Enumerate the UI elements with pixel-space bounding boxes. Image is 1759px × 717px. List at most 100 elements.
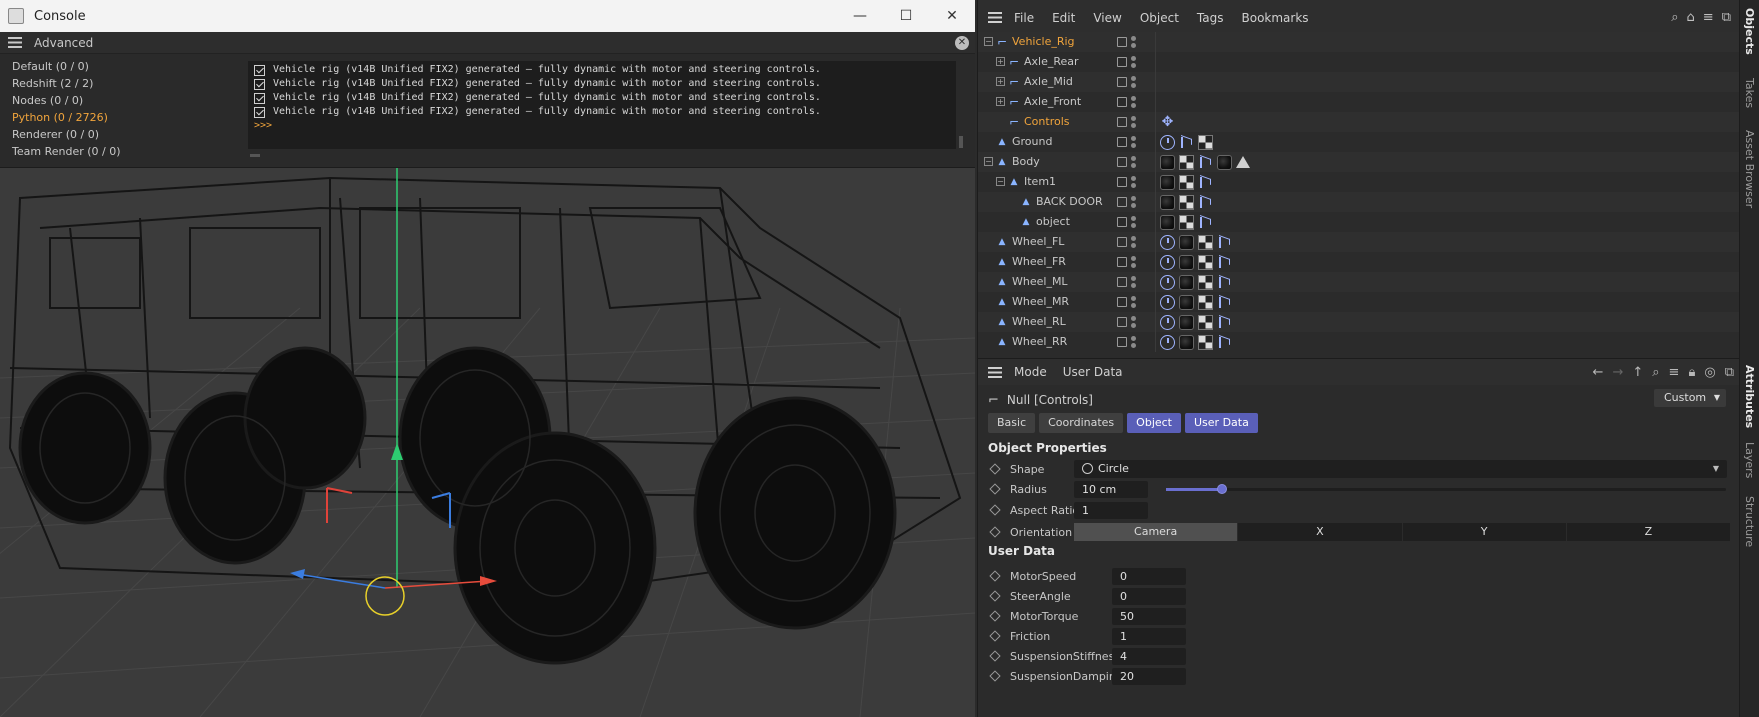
object-row[interactable]: − ▲ Item1 [978, 172, 1740, 192]
material-tag-icon[interactable] [1179, 254, 1194, 270]
layer-edit-icon[interactable] [1117, 197, 1127, 207]
texture-tag-icon[interactable] [1179, 154, 1194, 170]
object-name[interactable]: Item1 [1024, 175, 1056, 188]
user-data-field[interactable]: 20 [1112, 667, 1186, 685]
aspect-ratio-field[interactable]: 1 [1074, 501, 1148, 519]
object-row[interactable]: ▲ Wheel_RR [978, 332, 1740, 352]
constraint-tag-icon[interactable] [1160, 234, 1175, 250]
material-tag-icon[interactable] [1160, 174, 1175, 190]
uvw-tag-icon[interactable] [1217, 255, 1232, 270]
console-window[interactable]: Console — ☐ ✕ Advanced ✕ Default (0 / 0)… [0, 0, 975, 168]
constraint-tag-icon[interactable] [1160, 334, 1175, 350]
constraint-tag-icon[interactable] [1160, 294, 1175, 310]
keyframe-diamond-icon[interactable] [989, 610, 1001, 622]
layer-edit-icon[interactable] [1117, 57, 1127, 67]
checkbox-icon[interactable] [254, 92, 265, 104]
object-row[interactable]: ▲ Wheel_RL [978, 312, 1740, 332]
object-row[interactable]: + ⌐ Axle_Mid [978, 72, 1740, 92]
menu-mode[interactable]: Mode [1014, 365, 1047, 379]
layer-edit-icon[interactable] [1117, 217, 1127, 227]
texture-tag-icon[interactable] [1198, 254, 1213, 270]
radius-slider-handle[interactable] [1217, 484, 1227, 494]
uvw-tag-icon[interactable] [1198, 195, 1213, 210]
object-row[interactable]: − ⌐ Vehicle_Rig [978, 32, 1740, 52]
side-tab-takes[interactable]: Takes [1743, 78, 1756, 108]
up-arrow-icon[interactable]: ↑ [1632, 365, 1643, 380]
layout-preset-dropdown[interactable]: Custom ▼ [1654, 389, 1726, 407]
object-name[interactable]: Ground [1012, 135, 1052, 148]
console-category[interactable]: Renderer (0 / 0) [0, 126, 240, 143]
visibility-dots-icon[interactable] [1131, 36, 1136, 48]
object-name[interactable]: Wheel_RR [1012, 335, 1067, 348]
lock-icon[interactable]: 🔒︎ [1688, 365, 1695, 380]
object-name[interactable]: Vehicle_Rig [1012, 35, 1075, 48]
visibility-dots-icon[interactable] [1131, 236, 1136, 248]
back-arrow-icon[interactable]: ← [1593, 365, 1604, 380]
checkbox-icon[interactable] [254, 78, 265, 90]
console-horizontal-scrollbar[interactable] [250, 154, 260, 157]
object-name[interactable]: Axle_Front [1024, 95, 1081, 108]
visibility-dots-icon[interactable] [1131, 116, 1136, 128]
close-window-button[interactable]: ✕ [929, 0, 975, 32]
orientation-option-x[interactable]: X [1238, 523, 1402, 541]
object-name[interactable]: Axle_Mid [1024, 75, 1073, 88]
keyframe-diamond-icon[interactable] [989, 504, 1001, 516]
layer-edit-icon[interactable] [1117, 77, 1127, 87]
object-name[interactable]: BACK DOOR [1036, 195, 1103, 208]
python-prompt[interactable]: >>> [254, 119, 950, 133]
layer-edit-icon[interactable] [1117, 257, 1127, 267]
menu-bookmarks[interactable]: Bookmarks [1242, 11, 1309, 25]
texture-tag-icon[interactable] [1198, 314, 1213, 330]
uvw-tag-icon[interactable] [1217, 295, 1232, 310]
menu-user-data[interactable]: User Data [1063, 365, 1123, 379]
object-row[interactable]: − ▲ Body [978, 152, 1740, 172]
uvw-tag-icon[interactable] [1179, 135, 1194, 150]
visibility-dots-icon[interactable] [1131, 296, 1136, 308]
object-list[interactable]: − ⌐ Vehicle_Rig + ⌐ Axle_Rear + ⌐ Axle_Mid + ⌐ Axle… [978, 32, 1740, 352]
texture-tag-icon[interactable] [1198, 274, 1213, 290]
side-tab-asset-browser[interactable]: Asset Browser [1743, 130, 1756, 208]
filter-icon[interactable]: ≡ [1669, 365, 1680, 380]
search-icon[interactable]: ⌕ [1652, 365, 1659, 380]
material-tag-icon[interactable] [1160, 154, 1175, 170]
keyframe-diamond-icon[interactable] [989, 526, 1001, 538]
tab-user-data[interactable]: User Data [1185, 413, 1258, 433]
material-tag-icon[interactable] [1179, 334, 1194, 350]
object-name[interactable]: Wheel_FR [1012, 255, 1066, 268]
visibility-dots-icon[interactable] [1131, 176, 1136, 188]
target-icon[interactable]: ◎ [1704, 365, 1715, 380]
layer-edit-icon[interactable] [1117, 277, 1127, 287]
keyframe-diamond-icon[interactable] [989, 483, 1001, 495]
control-tag-icon[interactable]: ✥ [1160, 114, 1175, 130]
object-row[interactable]: ▲ Wheel_MR [978, 292, 1740, 312]
keyframe-diamond-icon[interactable] [989, 590, 1001, 602]
filter-icon[interactable]: ≡ [1703, 10, 1714, 25]
layer-edit-icon[interactable] [1117, 97, 1127, 107]
object-name[interactable]: Wheel_MR [1012, 295, 1069, 308]
hamburger-menu-icon[interactable] [988, 12, 1002, 23]
layer-edit-icon[interactable] [1117, 177, 1127, 187]
material-tag-icon[interactable] [1160, 214, 1175, 230]
constraint-tag-icon[interactable] [1160, 314, 1175, 330]
object-row[interactable]: ▲ Wheel_FR [978, 252, 1740, 272]
layer-edit-icon[interactable] [1117, 137, 1127, 147]
material-tag-icon[interactable] [1179, 314, 1194, 330]
new-window-icon[interactable]: ⧉ [1725, 365, 1734, 380]
user-data-field[interactable]: 4 [1112, 647, 1186, 665]
side-tab-objects[interactable]: Objects [1743, 8, 1756, 55]
texture-tag-icon[interactable] [1179, 174, 1194, 190]
keyframe-diamond-icon[interactable] [989, 670, 1001, 682]
expand-icon[interactable]: + [996, 97, 1005, 106]
orientation-option-y[interactable]: Y [1402, 523, 1566, 541]
object-row[interactable]: ▲ object [978, 212, 1740, 232]
object-name[interactable]: Wheel_FL [1012, 235, 1064, 248]
user-data-field[interactable]: 1 [1112, 627, 1186, 645]
menu-object[interactable]: Object [1140, 11, 1179, 25]
maximize-button[interactable]: ☐ [883, 0, 929, 32]
texture-tag-icon[interactable] [1198, 234, 1213, 250]
keyframe-diamond-icon[interactable] [989, 463, 1001, 475]
object-name[interactable]: Wheel_RL [1012, 315, 1066, 328]
object-name[interactable]: object [1036, 215, 1070, 228]
texture-tag-icon[interactable] [1179, 214, 1194, 230]
object-row[interactable]: ⌐ Controls ✥ [978, 112, 1740, 132]
